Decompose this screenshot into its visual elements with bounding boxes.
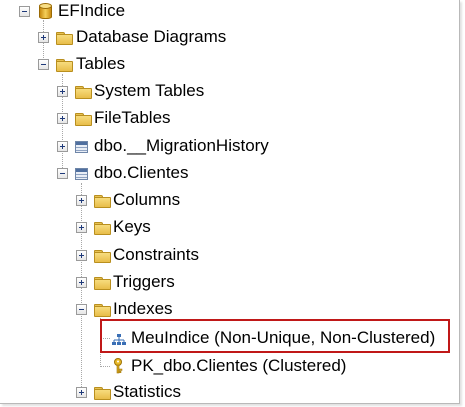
tree-node-label: Indexes — [113, 299, 173, 318]
tree-node-label: Keys — [113, 217, 151, 236]
tree-node-database-diagrams[interactable]: Database Diagrams — [0, 26, 260, 48]
collapse-toggle-icon[interactable] — [76, 304, 87, 315]
highlight-box — [100, 319, 450, 353]
folder-icon — [94, 195, 111, 208]
tree-node-keys[interactable]: Keys — [0, 216, 200, 238]
database-icon — [39, 3, 52, 19]
tree-node-efindice[interactable]: EFIndice — [0, 0, 200, 22]
table-icon — [75, 168, 88, 180]
tree-node-dbo-clientes[interactable]: dbo.Clientes — [0, 162, 220, 184]
tree-node-label: Columns — [113, 190, 181, 209]
expand-toggle-icon[interactable] — [76, 250, 87, 261]
tree-node-migration-history[interactable]: dbo.__MigrationHistory — [0, 135, 290, 157]
tree-node-filetables[interactable]: FileTables — [0, 107, 200, 129]
folder-icon — [94, 304, 111, 317]
expand-toggle-icon[interactable] — [57, 86, 68, 97]
tree-node-label: Tables — [76, 54, 126, 73]
expand-toggle-icon[interactable] — [57, 113, 68, 124]
tree-node-columns[interactable]: Columns — [0, 189, 200, 211]
folder-icon — [56, 59, 73, 72]
tree-node-label: EFIndice — [58, 1, 126, 20]
tree-node-tables[interactable]: Tables — [0, 53, 200, 75]
tree-node-indexes[interactable]: Indexes — [0, 298, 200, 320]
expand-toggle-icon[interactable] — [76, 195, 87, 206]
folder-icon — [56, 32, 73, 45]
tree-node-pk-dbo-clientes[interactable]: PK_dbo.Clientes (Clustered) — [0, 355, 360, 377]
tree-node-statistics[interactable]: Statistics — [0, 381, 200, 403]
expand-toggle-icon[interactable] — [38, 32, 49, 43]
tree-node-label: dbo.__MigrationHistory — [94, 136, 269, 155]
tree-node-label: System Tables — [94, 81, 205, 100]
expand-toggle-icon[interactable] — [76, 222, 87, 233]
collapse-toggle-icon[interactable] — [57, 168, 68, 179]
tree-node-constraints[interactable]: Constraints — [0, 244, 220, 266]
collapse-toggle-icon[interactable] — [19, 6, 30, 17]
folder-icon — [94, 250, 111, 263]
tree-node-label: PK_dbo.Clientes (Clustered) — [131, 356, 347, 375]
tree-node-triggers[interactable]: Triggers — [0, 271, 200, 293]
tree-node-label: Triggers — [113, 272, 175, 291]
collapse-toggle-icon[interactable] — [38, 59, 49, 70]
tree-node-label: dbo.Clientes — [94, 163, 189, 182]
expand-toggle-icon[interactable] — [57, 141, 68, 152]
folder-icon — [75, 86, 92, 99]
expand-toggle-icon[interactable] — [76, 277, 87, 288]
folder-icon — [94, 222, 111, 235]
tree-node-label: Statistics — [113, 382, 182, 401]
tree-node-label: Constraints — [113, 245, 199, 264]
tree-node-system-tables[interactable]: System Tables — [0, 80, 240, 102]
folder-icon — [94, 277, 111, 290]
expand-toggle-icon[interactable] — [76, 387, 87, 398]
folder-icon — [75, 113, 92, 126]
folder-icon — [94, 387, 111, 400]
tree-node-label: Database Diagrams — [76, 27, 227, 46]
key-icon — [112, 358, 126, 374]
tree-node-label: FileTables — [94, 108, 171, 127]
table-icon — [75, 141, 88, 153]
